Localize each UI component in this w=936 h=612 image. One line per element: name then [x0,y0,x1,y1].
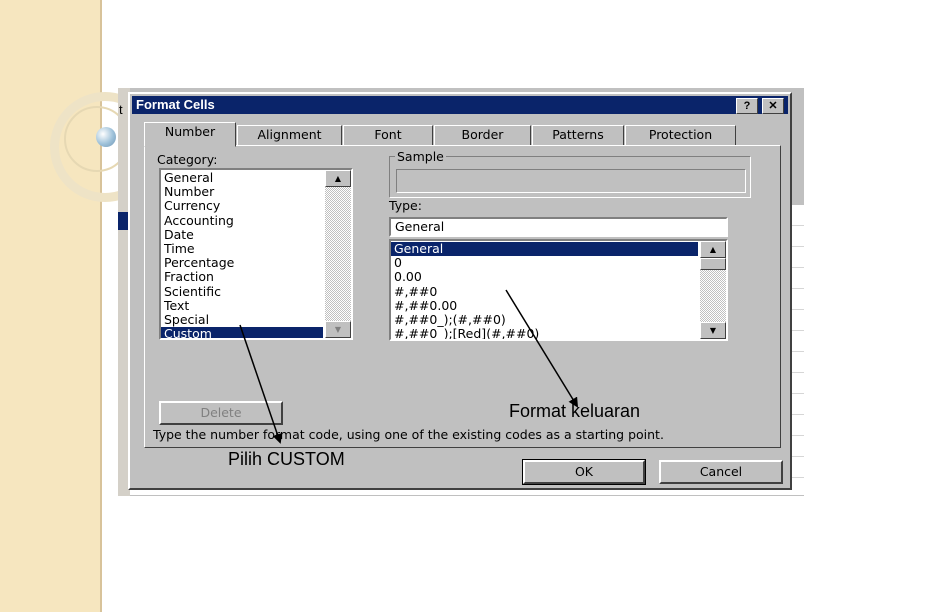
annotation-arrows [239,289,579,444]
format-keluaran-arrow [505,289,579,408]
annotation-pilih-custom: Pilih CUSTOM [228,449,345,469]
pilih-custom-arrow [239,324,283,444]
annotation-format-keluaran: Format keluaran [509,401,641,421]
